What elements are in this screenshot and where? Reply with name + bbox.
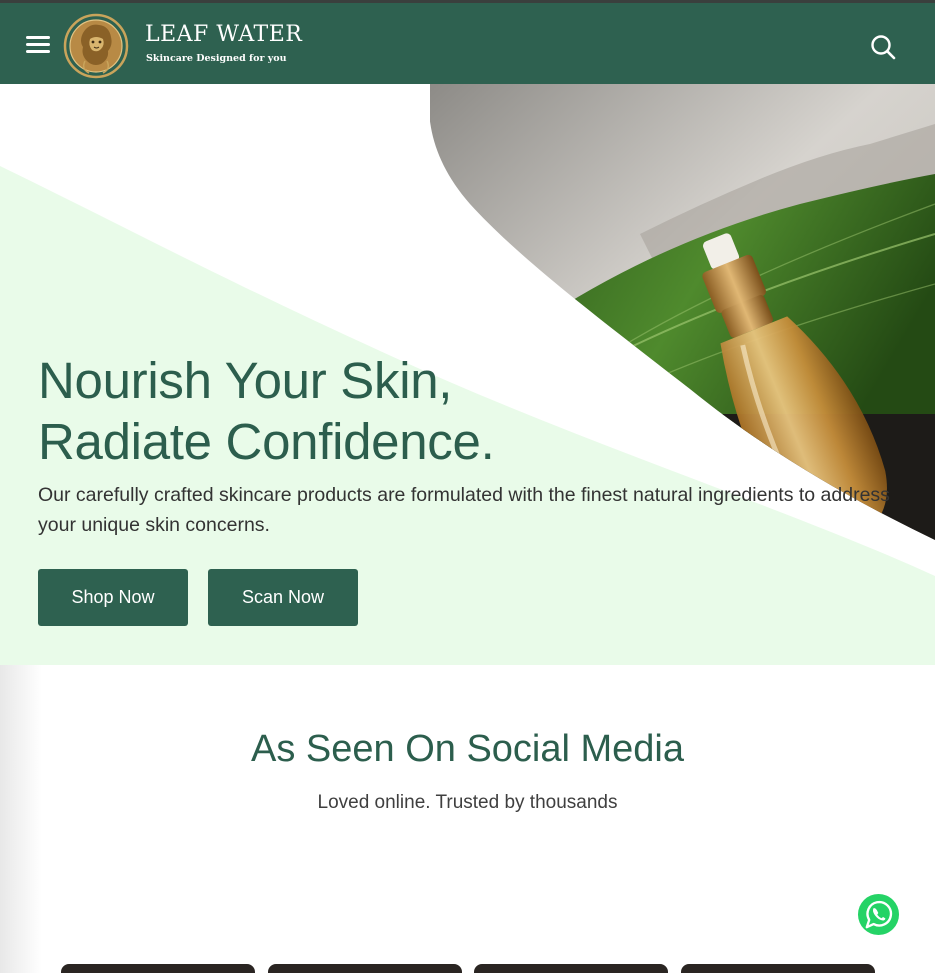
site-header: LEAF WATER Skincare Designed for you: [0, 3, 935, 84]
social-cards-row: [61, 964, 876, 973]
scan-now-button[interactable]: Scan Now: [208, 569, 358, 626]
whatsapp-icon[interactable]: [857, 893, 900, 936]
social-card[interactable]: [268, 964, 462, 973]
social-card[interactable]: [61, 964, 255, 973]
brand-name[interactable]: LEAF WATER: [145, 22, 302, 47]
hero-title-line1: Nourish Your Skin,: [38, 352, 453, 409]
social-section-title: As Seen On Social Media: [250, 728, 684, 770]
hero-title: Nourish Your Skin, Radiate Confidence.: [38, 350, 658, 472]
social-section-subtitle: Loved online. Trusted by thousands: [317, 792, 618, 813]
shop-now-button[interactable]: Shop Now: [38, 569, 188, 626]
side-shadow: [0, 665, 42, 973]
lion-emblem-icon[interactable]: [63, 11, 129, 81]
hamburger-menu-icon[interactable]: [26, 36, 50, 54]
hero-title-line2: Radiate Confidence.: [38, 413, 495, 470]
brand-tagline: Skincare Designed for you: [146, 53, 287, 64]
search-icon[interactable]: [870, 34, 896, 60]
social-card[interactable]: [681, 964, 875, 973]
social-card[interactable]: [474, 964, 668, 973]
hero-description: Our carefully crafted skincare products …: [38, 484, 890, 536]
hero-section: Nourish Your Skin, Radiate Confidence. O…: [0, 84, 935, 665]
